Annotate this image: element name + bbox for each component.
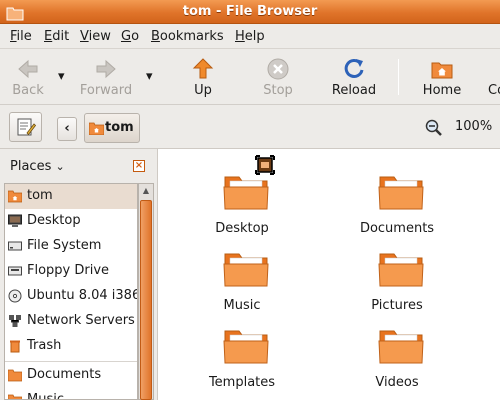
places-list: tom Desktop File System Floppy Drive Ubu… bbox=[4, 183, 138, 400]
home-folder-icon bbox=[431, 62, 453, 79]
sidebar-item-network-servers[interactable]: Network Servers bbox=[5, 309, 137, 334]
back-history-chevron-icon[interactable]: ▾ bbox=[58, 69, 65, 84]
side-pane-type-select[interactable]: Places ⌄ bbox=[10, 159, 65, 174]
zoom-out-icon[interactable] bbox=[425, 119, 442, 136]
path-crumb-home[interactable]: tom bbox=[84, 113, 140, 143]
location-bar: ‹ tom 100% bbox=[0, 105, 500, 149]
forward-button[interactable]: Forward bbox=[78, 53, 134, 101]
sidebar-item-tom[interactable]: tom bbox=[5, 184, 137, 209]
harddisk-icon bbox=[8, 241, 22, 251]
side-pane-header: Places ⌄ × bbox=[0, 149, 157, 183]
folder-icon bbox=[223, 176, 269, 210]
toolbar: Back ▾ Forward ▾ Up Stop Reload Home C bbox=[0, 49, 500, 105]
side-pane: Places ⌄ × tom Desktop File System Flopp… bbox=[0, 149, 157, 400]
sidebar-item-cdrom[interactable]: Ubuntu 8.04 i386 bbox=[5, 284, 137, 309]
toolbar-separator bbox=[398, 59, 399, 95]
home-folder-icon bbox=[89, 122, 104, 135]
stop-button[interactable]: Stop bbox=[255, 53, 301, 101]
sidebar-item-desktop[interactable]: Desktop bbox=[5, 209, 137, 234]
sidebar-item-trash[interactable]: Trash bbox=[5, 334, 137, 359]
folder-item[interactable]: Documents bbox=[337, 155, 457, 236]
folder-item[interactable]: Videos bbox=[337, 309, 457, 390]
folder-icon bbox=[378, 176, 424, 210]
scrollbar-thumb[interactable] bbox=[140, 200, 152, 400]
forward-history-chevron-icon[interactable]: ▾ bbox=[146, 69, 153, 84]
folder-icon bbox=[223, 330, 269, 364]
sidebar-scrollbar[interactable]: ▲ bbox=[138, 183, 154, 400]
back-button[interactable]: Back bbox=[4, 53, 52, 101]
path-scroll-left-button[interactable]: ‹ bbox=[57, 117, 77, 141]
menu-bar: File Edit View Go Bookmarks Help bbox=[0, 24, 500, 49]
sidebar-item-file-system[interactable]: File System bbox=[5, 234, 137, 259]
toggle-location-entry-button[interactable] bbox=[9, 112, 42, 142]
folder-icon bbox=[378, 253, 424, 287]
forward-arrow-icon bbox=[96, 59, 116, 79]
menu-edit[interactable]: Edit bbox=[44, 29, 69, 44]
title-bar: tom - File Browser bbox=[0, 0, 500, 24]
computer-button[interactable]: Co bbox=[484, 53, 500, 101]
scroll-up-arrow-icon[interactable]: ▲ bbox=[139, 184, 153, 198]
stop-icon bbox=[267, 58, 289, 80]
reload-icon bbox=[344, 58, 364, 78]
home-button[interactable]: Home bbox=[418, 53, 466, 101]
up-button[interactable]: Up bbox=[180, 53, 226, 101]
folder-icon bbox=[8, 369, 22, 382]
close-side-pane-icon[interactable]: × bbox=[133, 160, 145, 172]
folder-item[interactable]: Templates bbox=[182, 309, 302, 390]
folder-icon bbox=[223, 253, 269, 287]
folder-item[interactable]: Pictures bbox=[337, 232, 457, 313]
icon-view: Desktop Documents Music Pictures Templat… bbox=[157, 149, 500, 400]
floppy-icon bbox=[8, 266, 22, 276]
reload-button[interactable]: Reload bbox=[326, 53, 382, 101]
sidebar-item-music[interactable]: Music bbox=[5, 388, 137, 399]
menu-go[interactable]: Go bbox=[121, 29, 139, 44]
cdrom-icon bbox=[8, 289, 22, 303]
folder-item[interactable]: Desktop bbox=[182, 155, 302, 236]
zoom-level[interactable]: 100% bbox=[455, 119, 492, 134]
menu-help[interactable]: Help bbox=[235, 29, 265, 44]
folder-icon bbox=[378, 330, 424, 364]
home-folder-icon bbox=[8, 190, 22, 203]
folder-icon bbox=[8, 394, 22, 399]
sidebar-item-documents[interactable]: Documents bbox=[5, 363, 137, 388]
folder-item[interactable]: Music bbox=[182, 232, 302, 313]
window-title: tom - File Browser bbox=[182, 4, 318, 19]
menu-file[interactable]: File bbox=[10, 29, 32, 44]
sidebar-item-floppy-drive[interactable]: Floppy Drive bbox=[5, 259, 137, 284]
up-arrow-icon bbox=[192, 58, 214, 79]
menu-bookmarks[interactable]: Bookmarks bbox=[151, 29, 224, 44]
trash-icon bbox=[10, 340, 20, 353]
menu-view[interactable]: View bbox=[80, 29, 111, 44]
edit-location-icon bbox=[17, 118, 36, 136]
network-icon bbox=[9, 315, 21, 327]
sidebar-divider bbox=[5, 361, 137, 362]
back-arrow-icon bbox=[18, 59, 38, 79]
desktop-icon bbox=[8, 214, 22, 227]
